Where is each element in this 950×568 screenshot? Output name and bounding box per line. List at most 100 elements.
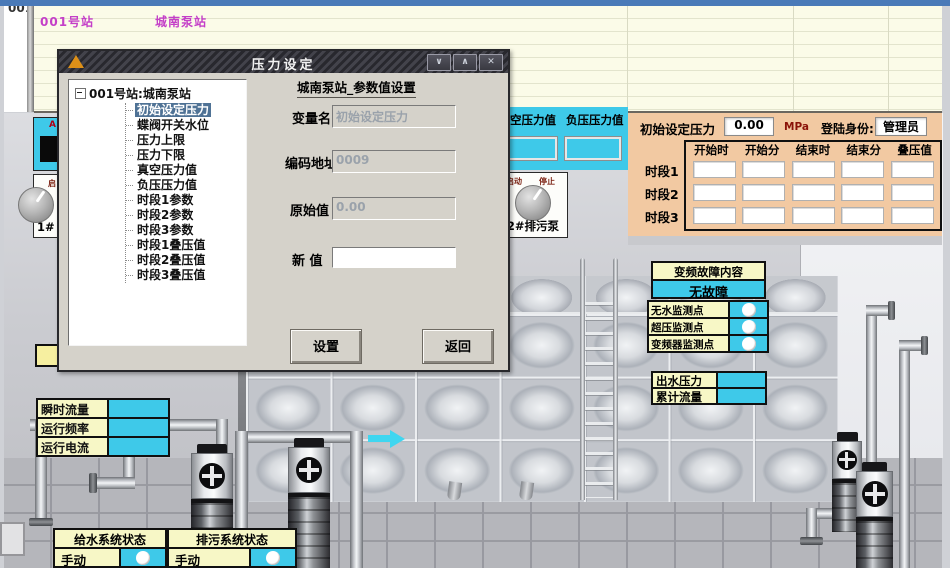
period-cell bbox=[841, 207, 884, 224]
vacuum-pressure-value-box bbox=[506, 136, 558, 161]
hidden-panel-fragment bbox=[0, 522, 25, 556]
pipe bbox=[350, 431, 363, 568]
period-cell bbox=[792, 207, 835, 224]
tree-item-period1-param[interactable]: 时段1参数 bbox=[126, 193, 246, 208]
total-flow-label: 累计流量 bbox=[653, 389, 716, 403]
monitor-row: 无水监测点 bbox=[649, 302, 767, 317]
period-cell bbox=[693, 161, 736, 178]
monitor-row: 变频器监测点 bbox=[649, 336, 767, 351]
tree-item-pressure-lower[interactable]: 压力下限 bbox=[126, 148, 246, 163]
tree-item-valve-level[interactable]: 蝶阀开关水位 bbox=[126, 118, 246, 133]
pump-emblem-icon bbox=[199, 463, 225, 489]
period-cell bbox=[891, 161, 934, 178]
station-id-cell[interactable]: 001号站 bbox=[40, 13, 94, 30]
pump1-selector-knob[interactable] bbox=[18, 187, 54, 223]
new-value-input[interactable] bbox=[332, 247, 456, 268]
original-value-field: 0.00 bbox=[332, 197, 456, 220]
pump bbox=[856, 462, 893, 568]
ladder-rungs bbox=[585, 302, 613, 498]
form-header: 城南泵站_参数值设置 bbox=[297, 77, 416, 98]
login-identity-value: 管理员 bbox=[875, 117, 927, 136]
pipe bbox=[95, 477, 135, 489]
tree-item-init-pressure[interactable]: 初始设定压力 bbox=[126, 103, 246, 118]
monitor-indicator-cell bbox=[728, 336, 767, 351]
period1-label: 时段1 bbox=[645, 161, 679, 180]
water-supply-status-panel: 给水系统状态 手动 bbox=[53, 528, 167, 568]
pipe-flange bbox=[921, 336, 928, 355]
mode-indicator-cell bbox=[119, 549, 165, 566]
outlet-pressure-value bbox=[716, 373, 765, 387]
pipe-flange bbox=[800, 537, 823, 545]
back-button[interactable]: 返回 bbox=[422, 329, 494, 364]
code-address-label: 编码地址 bbox=[285, 153, 337, 172]
col-header: 结束时 bbox=[788, 142, 839, 157]
metrics-panel: 瞬时流量 运行频率 运行电流 bbox=[36, 398, 170, 457]
mode-indicator-cell bbox=[249, 549, 295, 566]
parameter-tree: 001号站:城南泵站 初始设定压力 蝶阀开关水位 压力上限 压力下限 真空压力值… bbox=[68, 79, 247, 346]
tree-item-period2-param[interactable]: 时段2参数 bbox=[126, 208, 246, 223]
dialog-titlebar[interactable]: 压力设定 ∨ ∧ ✕ bbox=[59, 51, 508, 73]
grid-vline bbox=[888, 6, 889, 111]
output-row: 累计流量 bbox=[653, 389, 765, 403]
fault-header: 变频故障内容 bbox=[651, 261, 766, 281]
negative-pressure-value-box bbox=[564, 136, 622, 161]
run-frequency-value bbox=[107, 419, 168, 436]
pump-cap bbox=[294, 438, 323, 447]
indicator-lamp bbox=[136, 551, 150, 565]
original-value-label: 原始值 bbox=[290, 200, 329, 219]
tree-collapse-icon[interactable] bbox=[75, 88, 86, 99]
close-button[interactable]: ✕ bbox=[479, 54, 503, 71]
time-period-table: 开始时 开始分 结束时 结束分 叠压值 bbox=[684, 140, 942, 231]
station-name-cell[interactable]: 城南泵站 bbox=[155, 13, 207, 30]
run-frequency-label: 运行频率 bbox=[38, 419, 107, 436]
tree-item-negative-pressure[interactable]: 负压压力值 bbox=[126, 178, 246, 193]
no-water-point-label: 无水监测点 bbox=[649, 302, 728, 317]
row-id-text: 001 bbox=[8, 6, 27, 15]
pipe-flange bbox=[29, 518, 53, 526]
tree-item-pressure-upper[interactable]: 压力上限 bbox=[126, 133, 246, 148]
parameter-panel: 初始设定压力 0.00 MPa 登陆身份: 管理员 开始时 开始分 结束时 结束… bbox=[628, 113, 942, 236]
metric-row: 运行电流 bbox=[38, 438, 168, 455]
set-button[interactable]: 设置 bbox=[290, 329, 362, 364]
tree-item-period3-boost[interactable]: 时段3叠压值 bbox=[126, 268, 246, 283]
tree-root-node[interactable]: 001号站:城南泵站 bbox=[75, 85, 246, 102]
instant-flow-label: 瞬时流量 bbox=[38, 400, 107, 417]
output-values-panel: 出水压力 累计流量 bbox=[651, 371, 767, 405]
period-row-3 bbox=[686, 203, 940, 226]
pump-emblem-icon bbox=[862, 481, 888, 507]
period-cell bbox=[841, 184, 884, 201]
maximize-button[interactable]: ∧ bbox=[453, 54, 477, 71]
pump-cap bbox=[197, 444, 226, 453]
tree-root-label: 001号站:城南泵站 bbox=[89, 85, 191, 102]
minimize-button[interactable]: ∨ bbox=[427, 54, 451, 71]
metric-row: 瞬时流量 bbox=[38, 400, 168, 417]
vacuum-pressure-label: 空压力值 bbox=[510, 112, 556, 128]
grid-left-column: 001 bbox=[4, 6, 27, 112]
pipe bbox=[899, 349, 910, 568]
grid-vline bbox=[793, 6, 794, 111]
period-cell bbox=[693, 184, 736, 201]
tree-item-period2-boost[interactable]: 时段2叠压值 bbox=[126, 253, 246, 268]
period-cell bbox=[742, 161, 785, 178]
tree-item-period1-boost[interactable]: 时段1叠压值 bbox=[126, 238, 246, 253]
grid-column-divider bbox=[27, 6, 34, 112]
ladder-rail bbox=[613, 258, 618, 500]
variable-name-field: 初始设定压力 bbox=[332, 105, 456, 128]
pump-base bbox=[856, 517, 893, 568]
stop-label: 停止 bbox=[539, 176, 555, 187]
code-address-field: 0009 bbox=[332, 150, 456, 173]
period-cell bbox=[891, 184, 934, 201]
col-header: 结束分 bbox=[838, 142, 889, 157]
tree-item-period3-param[interactable]: 时段3参数 bbox=[126, 223, 246, 238]
start-label: 启 bbox=[48, 178, 56, 189]
pump2-selector-knob[interactable] bbox=[515, 185, 551, 221]
period-cell bbox=[891, 207, 934, 224]
tree-item-vacuum-pressure[interactable]: 真空压力值 bbox=[126, 163, 246, 178]
fragment-display bbox=[40, 136, 57, 162]
run-current-label: 运行电流 bbox=[38, 438, 107, 455]
instant-flow-value bbox=[107, 400, 168, 417]
period-row-1 bbox=[686, 157, 940, 180]
outlet-pressure-label: 出水压力 bbox=[653, 373, 716, 387]
indicator-lamp bbox=[742, 303, 756, 317]
overpressure-point-label: 超压监测点 bbox=[649, 319, 728, 334]
